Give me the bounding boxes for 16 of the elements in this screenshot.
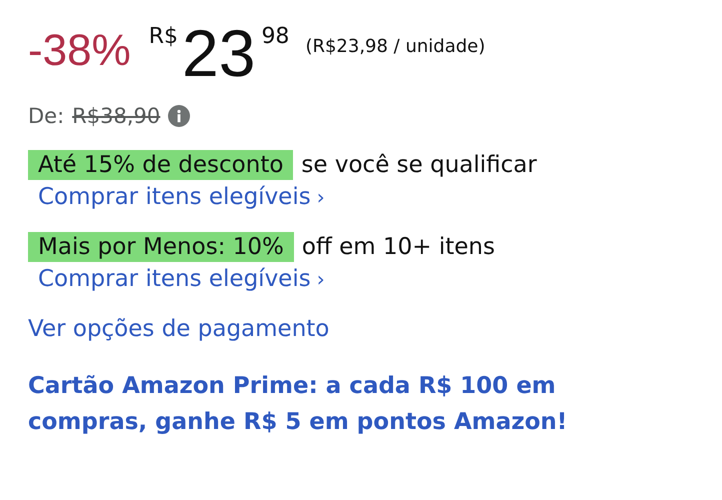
discount-percent: -38%	[28, 26, 131, 76]
promo-badge: Até 15% de desconto	[28, 150, 294, 180]
promo-badge: Mais por Menos: 10%	[28, 232, 294, 262]
list-price: R$38,90	[72, 104, 160, 128]
promo-text: se você se qualificar	[301, 152, 537, 178]
list-price-label: De:	[28, 104, 64, 128]
eligible-items-link[interactable]: Comprar itens elegíveis ›	[38, 184, 325, 210]
promo-text: off em 10+ itens	[302, 234, 495, 260]
price-fraction: 98	[261, 24, 290, 49]
price-whole: 23	[182, 20, 256, 86]
info-icon[interactable]	[168, 105, 190, 127]
currency-symbol: R$	[148, 24, 178, 49]
card-offer-link[interactable]: Cartão Amazon Prime: a cada R$ 100 em compras, ganhe R$ 5 em pontos Amazon!	[28, 368, 628, 440]
unit-price: (R$23,98 / unidade)	[305, 36, 486, 57]
eligible-items-link[interactable]: Comprar itens elegíveis ›	[38, 266, 325, 292]
payment-options-link[interactable]: Ver opções de pagamento	[28, 316, 330, 342]
